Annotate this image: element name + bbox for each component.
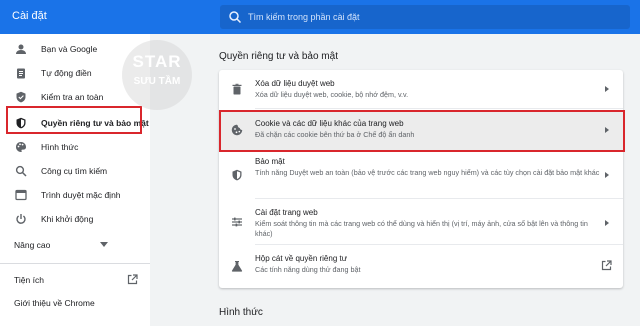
shield-icon	[232, 169, 242, 181]
row-security[interactable]: Bảo mật Tính năng Duyệt web an toàn (bảo…	[219, 152, 623, 198]
sidebar-advanced[interactable]: Nâng cao	[0, 234, 150, 256]
sidebar-item-search-engine[interactable]: Công cụ tìm kiếm	[0, 160, 150, 182]
row-subtitle: Kiểm soát thông tin mà các trang web có …	[255, 219, 588, 238]
open-external-icon	[601, 260, 612, 271]
row-divider	[255, 244, 623, 245]
row-divider	[255, 108, 623, 109]
palette-icon	[16, 142, 26, 152]
search-input[interactable]	[248, 5, 618, 29]
watermark-line-1: STAR	[132, 52, 182, 71]
search-box[interactable]	[220, 5, 630, 29]
row-title: Xóa dữ liệu duyệt web	[255, 79, 335, 88]
chevron-down-icon	[100, 242, 108, 247]
sidebar-item-label: Khi khởi động	[41, 214, 94, 224]
row-subtitle: Xóa dữ liệu duyệt web, cookie, bộ nhớ đệ…	[255, 90, 409, 99]
sidebar-item-default-browser[interactable]: Trình duyệt mặc định	[0, 184, 150, 206]
search-icon	[229, 11, 242, 24]
row-title: Hộp cát về quyền riêng tư	[255, 254, 348, 263]
watermark-logo: STAR SƯU TẦM	[122, 40, 192, 110]
sidebar-item-label: Bạn và Google	[41, 44, 98, 54]
sliders-icon	[232, 217, 242, 227]
open-external-icon	[127, 274, 138, 285]
clipboard-icon	[17, 68, 25, 79]
chevron-right-icon	[605, 220, 609, 226]
row-title: Bảo mật	[255, 157, 285, 166]
app-title: Cài đặt	[12, 10, 47, 22]
sidebar-item-label: Công cụ tìm kiếm	[41, 166, 108, 176]
sidebar-item-appearance[interactable]: Hình thức	[0, 136, 150, 158]
sidebar-item-label: Tự động điền	[41, 68, 92, 78]
highlight-box-sidebar	[6, 106, 142, 134]
shield-check-icon	[16, 91, 26, 103]
sidebar-advanced-label: Nâng cao	[14, 240, 51, 250]
row-clear-browsing-data[interactable]: Xóa dữ liệu duyệt web Xóa dữ liệu duyệt …	[219, 70, 623, 108]
sidebar-extensions[interactable]: Tiện ích	[0, 269, 150, 291]
sidebar-item-label: Trình duyệt mặc định	[41, 190, 121, 200]
sidebar-item-on-startup[interactable]: Khi khởi động	[0, 208, 150, 230]
sidebar-item-label: Kiểm tra an toàn	[41, 92, 104, 102]
row-divider	[255, 198, 623, 199]
search-icon	[15, 165, 27, 177]
section-title: Quyền riêng tư và bảo mật	[219, 51, 338, 62]
sidebar-divider	[0, 263, 150, 264]
next-section-title: Hình thức	[219, 307, 263, 318]
highlight-box-cookies	[219, 110, 625, 152]
privacy-settings-card: Xóa dữ liệu duyệt web Xóa dữ liệu duyệt …	[219, 70, 623, 288]
row-title: Cài đặt trang web	[255, 208, 318, 217]
browser-icon	[15, 189, 27, 201]
top-bar: Cài đặt	[0, 0, 640, 34]
flask-icon	[231, 261, 243, 272]
row-privacy-sandbox[interactable]: Hộp cát về quyền riêng tư Các tính năng …	[219, 246, 623, 286]
sidebar-about-label: Giới thiệu về Chrome	[14, 298, 95, 308]
sidebar-item-label: Hình thức	[41, 142, 79, 152]
chevron-right-icon	[605, 172, 609, 178]
sidebar-about-chrome[interactable]: Giới thiệu về Chrome	[0, 292, 150, 314]
chevron-right-icon	[605, 86, 609, 92]
row-subtitle: Tính năng Duyệt web an toàn (bảo vệ trướ…	[255, 168, 600, 177]
row-subtitle: Các tính năng dùng thử đang bật	[255, 265, 361, 274]
row-site-settings[interactable]: Cài đặt trang web Kiểm soát thông tin mà…	[219, 200, 623, 244]
sidebar-extensions-label: Tiện ích	[14, 275, 44, 285]
trash-icon	[232, 83, 242, 95]
power-icon	[16, 214, 26, 224]
person-icon	[16, 44, 26, 54]
watermark-line-2: SƯU TẦM	[133, 76, 181, 87]
